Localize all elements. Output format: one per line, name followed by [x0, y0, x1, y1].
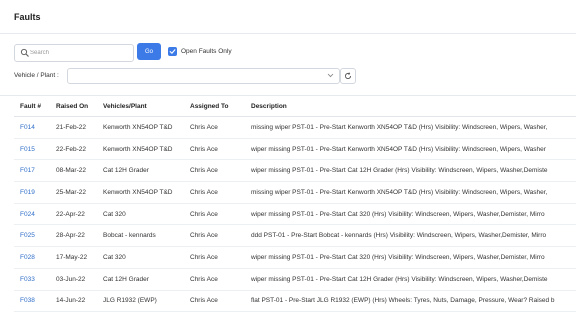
- search-input[interactable]: [30, 45, 130, 61]
- vehicle-plant-cell: Cat 320: [97, 203, 184, 226]
- description-cell: wiper missing PST-01 - Pre-Start Kenwort…: [245, 138, 576, 161]
- table-row[interactable]: F014 21-Feb-22 Kenworth XN54OP T&D Chris…: [14, 116, 576, 139]
- table-row[interactable]: F019 25-Mar-22 Kenworth XN54OP T&D Chris…: [14, 181, 576, 204]
- description-cell: wiper missing PST-01 - Pre-Start Cat 12H…: [245, 268, 576, 291]
- fault-number-link[interactable]: F014: [14, 116, 50, 139]
- column-header-raised-on[interactable]: Raised On: [50, 96, 97, 117]
- assigned-to-cell: Chris Ace: [184, 181, 245, 204]
- assigned-to-cell: Chris Ace: [184, 203, 245, 226]
- open-faults-only-label[interactable]: Open Faults Only: [181, 48, 232, 55]
- description-cell: ddd PST-01 - Pre-Start Bobcat - kennards…: [245, 224, 576, 248]
- vehicle-plant-select[interactable]: [67, 68, 340, 84]
- refresh-icon: [345, 72, 352, 80]
- raised-on-cell: 03-Jun-22: [50, 268, 97, 291]
- assigned-to-cell: Chris Ace: [184, 290, 245, 313]
- assigned-to-cell: Chris Ace: [184, 268, 245, 291]
- raised-on-cell: 25-Mar-22: [50, 181, 97, 204]
- assigned-to-cell: Chris Ace: [184, 116, 245, 139]
- description-cell: wiper missing PST-01 - Pre-Start Cat 12H…: [245, 159, 576, 183]
- column-header-description[interactable]: Description: [245, 96, 576, 117]
- refresh-button[interactable]: [340, 68, 356, 84]
- table-row[interactable]: F038 14-Jun-22 JLG R1932 (EWP) Chris Ace…: [14, 290, 576, 313]
- fault-number-link[interactable]: F028: [14, 246, 50, 269]
- description-cell: wiper missing PST-01 - Pre-Start Cat 320…: [245, 203, 576, 226]
- search-box[interactable]: [14, 44, 134, 62]
- vehicle-plant-cell: Kenworth XN54OP T&D: [97, 138, 184, 161]
- vehicle-plant-cell: JLG R1932 (EWP): [97, 290, 184, 313]
- fault-number-link[interactable]: F038: [14, 290, 50, 313]
- description-cell: missing wiper PST-01 - Pre-Start Kenwort…: [245, 116, 576, 139]
- vehicle-plant-cell: Kenworth XN54OP T&D: [97, 116, 184, 139]
- fault-number-link[interactable]: F024: [14, 203, 50, 226]
- assigned-to-cell: Chris Ace: [184, 224, 245, 248]
- vehicle-plant-cell: Kenworth XN54OP T&D: [97, 181, 184, 204]
- raised-on-cell: 08-Mar-22: [50, 159, 97, 183]
- vehicle-plant-cell: Cat 12H Grader: [97, 268, 184, 291]
- fault-number-link[interactable]: F019: [14, 181, 50, 204]
- column-header-vehicle-plant[interactable]: Vehicles/Plant: [97, 96, 184, 117]
- vehicle-plant-label: Vehicle / Plant :: [14, 72, 59, 79]
- vehicle-plant-cell: Bobcat - kennards: [97, 224, 184, 248]
- description-cell: flat PST-01 - Pre-Start JLG R1932 (EWP) …: [245, 290, 576, 313]
- raised-on-cell: 22-Apr-22: [50, 203, 97, 226]
- raised-on-cell: 21-Feb-22: [50, 116, 97, 139]
- assigned-to-cell: Chris Ace: [184, 246, 245, 269]
- vehicle-plant-cell: Cat 320: [97, 246, 184, 269]
- table-row[interactable]: F024 22-Apr-22 Cat 320 Chris Ace wiper m…: [14, 203, 576, 226]
- table-header-row: Fault # Raised On Vehicles/Plant Assigne…: [14, 96, 576, 117]
- raised-on-cell: 17-May-22: [50, 246, 97, 269]
- assigned-to-cell: Chris Ace: [184, 138, 245, 161]
- table-row[interactable]: F017 08-Mar-22 Cat 12H Grader Chris Ace …: [14, 159, 576, 183]
- faults-table: Fault # Raised On Vehicles/Plant Assigne…: [14, 96, 576, 313]
- search-icon: [20, 48, 29, 57]
- fault-number-link[interactable]: F017: [14, 159, 50, 183]
- column-header-assigned-to[interactable]: Assigned To: [184, 96, 245, 117]
- assigned-to-cell: Chris Ace: [184, 159, 245, 183]
- raised-on-cell: 28-Apr-22: [50, 224, 97, 248]
- description-cell: missing wiper PST-01 - Pre-Start Kenwort…: [245, 181, 576, 204]
- raised-on-cell: 14-Jun-22: [50, 290, 97, 313]
- column-header-fault-number[interactable]: Fault #: [14, 96, 50, 117]
- description-cell: wiper missing PST-01 - Pre-Start Cat 320…: [245, 246, 576, 269]
- faults-panel: Faults Go Open Faults Only Vehicle / Pla…: [0, 0, 576, 322]
- fault-number-link[interactable]: F025: [14, 224, 50, 248]
- vehicle-plant-cell: Cat 12H Grader: [97, 159, 184, 183]
- table-row[interactable]: F033 03-Jun-22 Cat 12H Grader Chris Ace …: [14, 268, 576, 291]
- open-faults-only-checkbox[interactable]: [168, 47, 177, 56]
- title-divider: [0, 33, 576, 34]
- table-row[interactable]: F015 22-Feb-22 Kenworth XN54OP T&D Chris…: [14, 138, 576, 161]
- table-row[interactable]: F025 28-Apr-22 Bobcat - kennards Chris A…: [14, 224, 576, 248]
- fault-number-link[interactable]: F015: [14, 138, 50, 161]
- chevron-down-icon: [327, 73, 334, 78]
- raised-on-cell: 22-Feb-22: [50, 138, 97, 161]
- table-row[interactable]: F028 17-May-22 Cat 320 Chris Ace wiper m…: [14, 246, 576, 269]
- check-icon: [169, 49, 176, 54]
- fault-number-link[interactable]: F033: [14, 268, 50, 291]
- page-title: Faults: [14, 12, 41, 22]
- go-button[interactable]: Go: [137, 43, 161, 60]
